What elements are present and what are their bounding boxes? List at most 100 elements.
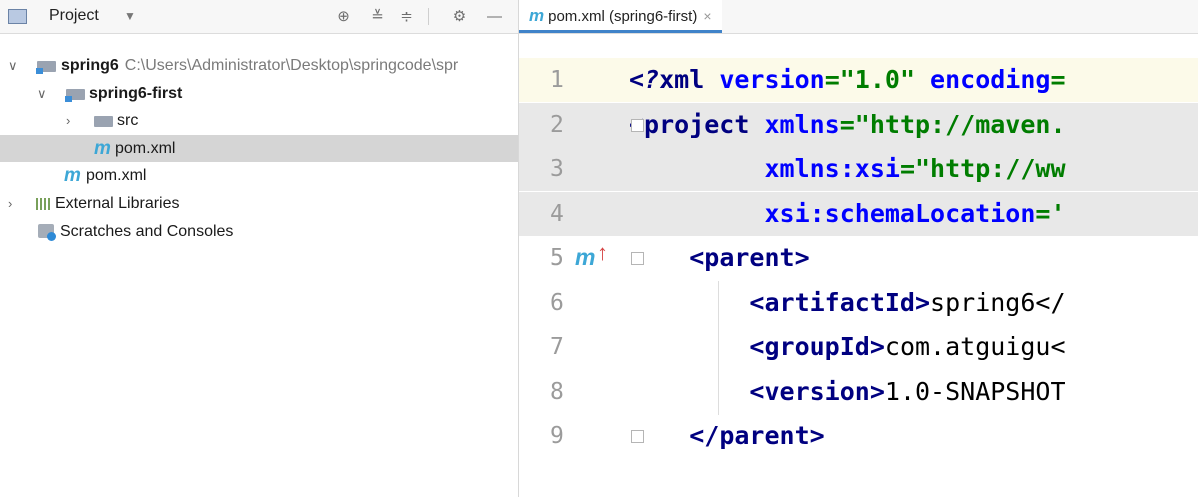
libraries-icon bbox=[36, 198, 52, 210]
line-gutter[interactable]: 8 bbox=[519, 370, 629, 414]
maven-icon: m bbox=[94, 138, 111, 159]
close-icon[interactable]: × bbox=[703, 8, 711, 24]
code-token: <project bbox=[629, 110, 765, 139]
code-line[interactable]: </parent> bbox=[629, 414, 1198, 458]
folder-icon bbox=[94, 116, 113, 127]
tree-item-label: spring6-first bbox=[89, 85, 183, 102]
line-number: 1 bbox=[550, 67, 564, 93]
tab-label: pom.xml (spring6-first) bbox=[548, 8, 698, 25]
line-number: 7 bbox=[550, 334, 564, 360]
module-path: C:\Users\Administrator\Desktop\springcod… bbox=[124, 57, 459, 74]
project-view-icon[interactable] bbox=[8, 9, 27, 24]
code-line[interactable]: <groupId>com.atguigu< bbox=[629, 325, 1198, 369]
collapse-all-icon[interactable]: ≚ bbox=[370, 9, 385, 24]
tree-item-src[interactable]: › src bbox=[0, 107, 518, 134]
code-token: xmlns:xsi bbox=[764, 154, 900, 183]
code-token: ="http://maven. bbox=[839, 110, 1066, 139]
indent-guide bbox=[718, 281, 719, 415]
code-token: = bbox=[1050, 65, 1066, 94]
code-token: ="http://ww bbox=[899, 154, 1066, 183]
line-gutter[interactable]: 9 bbox=[519, 414, 629, 458]
line-gutter[interactable]: 4 bbox=[519, 192, 629, 236]
code-line[interactable]: <project xmlns="http://maven. bbox=[629, 103, 1198, 147]
fold-marker-icon[interactable] bbox=[631, 430, 644, 443]
editor-tab-bar: m pom.xml (spring6-first) × bbox=[519, 0, 1198, 34]
tree-item-external-libraries[interactable]: › External Libraries bbox=[0, 190, 518, 217]
code-token: <parent> bbox=[689, 243, 810, 272]
line-gutter[interactable]: 1 bbox=[519, 58, 629, 102]
code-token: com.atguigu< bbox=[884, 332, 1066, 361]
editor-tab[interactable]: m pom.xml (spring6-first) × bbox=[519, 0, 722, 33]
maven-icon: m bbox=[64, 165, 81, 186]
project-view-title[interactable]: Project bbox=[49, 7, 99, 25]
hide-icon[interactable]: — bbox=[487, 9, 502, 24]
tree-item-label: pom.xml bbox=[86, 167, 147, 184]
code-line[interactable]: <parent> bbox=[629, 236, 1198, 280]
line-gutter[interactable]: 5 bbox=[519, 236, 629, 280]
module-folder-icon bbox=[36, 61, 56, 74]
code-token: =' bbox=[1035, 199, 1066, 228]
scratches-icon bbox=[38, 224, 56, 241]
line-gutter[interactable]: 2 bbox=[519, 103, 629, 147]
tree-item-spring6-first[interactable]: ∨ spring6-first bbox=[0, 80, 518, 107]
maven-icon: m bbox=[529, 6, 545, 25]
line-number: 6 bbox=[550, 290, 564, 316]
expand-all-icon[interactable]: ≑ bbox=[399, 9, 414, 24]
module-folder-icon bbox=[65, 89, 85, 102]
editor[interactable]: m pom.xml (spring6-first) × 1 <?xml version… bbox=[519, 0, 1198, 497]
code-line[interactable]: <artifactId>spring6</ bbox=[629, 281, 1198, 325]
code-line[interactable]: <?xml version="1.0" encoding= bbox=[629, 58, 1198, 102]
chevron-down-icon[interactable]: ▼ bbox=[124, 9, 136, 23]
code-token: </parent> bbox=[689, 421, 825, 450]
line-number: 8 bbox=[550, 379, 564, 405]
tree-item-label: External Libraries bbox=[55, 195, 180, 212]
code-token: <artifactId> bbox=[749, 288, 931, 317]
chevron-right-icon[interactable]: › bbox=[8, 190, 12, 217]
tree-item-label: spring6 bbox=[61, 57, 119, 74]
tree-item-label: pom.xml bbox=[115, 140, 176, 157]
code-line[interactable]: xsi:schemaLocation=' bbox=[629, 192, 1198, 236]
code-token: <groupId> bbox=[749, 332, 885, 361]
code-token: <version> bbox=[749, 377, 885, 406]
fold-marker-icon[interactable] bbox=[631, 252, 644, 265]
tree-item-pom-xml[interactable]: m pom.xml bbox=[0, 162, 518, 189]
line-number: 3 bbox=[550, 156, 564, 182]
code-line[interactable]: <version>1.0-SNAPSHOT bbox=[629, 370, 1198, 414]
code-token: 1.0-SNAPSHOT bbox=[884, 377, 1066, 406]
project-panel-header: Project ▼ ⊕ ≚ ≑ ⚙ — bbox=[0, 0, 518, 34]
line-number: 2 bbox=[550, 112, 564, 138]
line-number: 4 bbox=[550, 201, 564, 227]
fold-marker-icon[interactable] bbox=[631, 119, 644, 132]
chevron-down-icon[interactable]: ∨ bbox=[37, 80, 47, 107]
line-number: 5 bbox=[550, 245, 564, 271]
tree-item-label: Scratches and Consoles bbox=[60, 223, 234, 240]
code-token: encoding bbox=[930, 65, 1051, 94]
code-token: ="1.0" bbox=[824, 65, 931, 94]
chevron-down-icon[interactable]: ∨ bbox=[8, 52, 18, 79]
tree-item-spring6[interactable]: ∨ spring6 C:\Users\Administrator\Desktop\… bbox=[0, 52, 518, 79]
tree-item-scratches[interactable]: Scratches and Consoles bbox=[0, 218, 518, 245]
code-token: spring6</ bbox=[930, 288, 1066, 317]
line-gutter[interactable]: 7 bbox=[519, 325, 629, 369]
code-token: <? bbox=[629, 65, 660, 94]
code-line[interactable]: xmlns:xsi="http://ww bbox=[629, 147, 1198, 191]
line-gutter[interactable]: 3 bbox=[519, 147, 629, 191]
project-panel: Project ▼ ⊕ ≚ ≑ ⚙ — ∨ spring6 C:\Users\Ad… bbox=[0, 0, 519, 497]
gear-icon[interactable]: ⚙ bbox=[452, 9, 467, 24]
line-gutter[interactable]: 6 bbox=[519, 281, 629, 325]
locate-icon[interactable]: ⊕ bbox=[336, 9, 351, 24]
maven-parent-icon[interactable]: m bbox=[575, 244, 595, 271]
code-token: xmlns bbox=[764, 110, 840, 139]
tree-item-pom-xml-selected[interactable]: m pom.xml bbox=[0, 135, 518, 162]
navigate-up-icon[interactable]: ↑ bbox=[597, 240, 608, 266]
chevron-right-icon[interactable]: › bbox=[66, 107, 70, 134]
tree-item-label: src bbox=[117, 112, 139, 129]
code-token: xml bbox=[659, 65, 720, 94]
divider bbox=[428, 8, 429, 25]
code-token: version bbox=[719, 65, 825, 94]
